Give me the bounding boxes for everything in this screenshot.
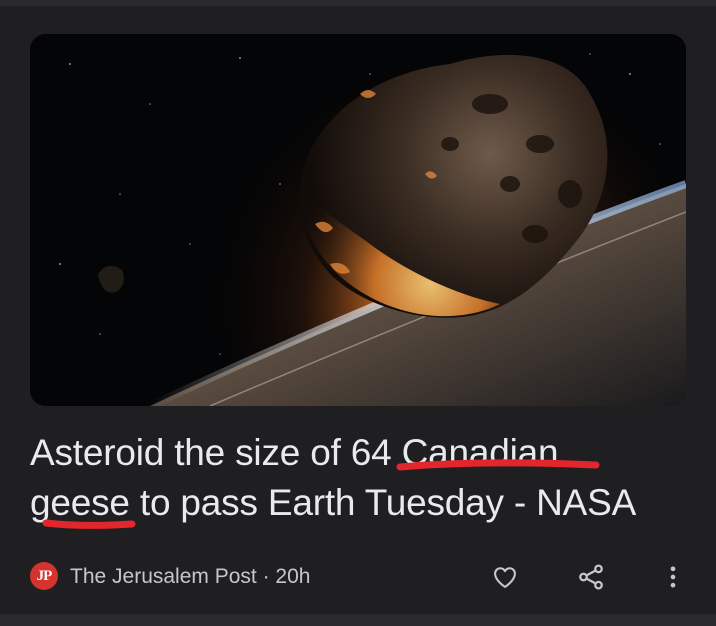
- headline-highlight-canadian: Canadian: [401, 432, 559, 473]
- share-button[interactable]: [574, 560, 608, 594]
- asteroid-illustration: [30, 34, 686, 406]
- news-card[interactable]: Asteroid the size of 64 Canadian geese t…: [0, 6, 716, 614]
- more-options-button[interactable]: [656, 560, 690, 594]
- more-vertical-icon: [670, 566, 676, 588]
- save-button[interactable]: [488, 560, 522, 594]
- heart-icon: [494, 567, 516, 588]
- source-logo[interactable]: JP: [30, 562, 58, 590]
- source-and-age[interactable]: The Jerusalem Post · 20h: [70, 564, 310, 590]
- article-meta: JP The Jerusalem Post · 20h: [30, 560, 690, 594]
- share-icon: [579, 564, 603, 590]
- article-headline[interactable]: Asteroid the size of 64 Canadian geese t…: [30, 428, 690, 528]
- bottom-divider: [0, 614, 716, 626]
- headline-line1-text: Asteroid the size of 64: [30, 432, 402, 473]
- headline-highlight-geese: geese: [30, 482, 130, 523]
- headline-line2-text: to pass Earth Tuesday - NASA: [129, 482, 637, 523]
- article-thumbnail[interactable]: [30, 34, 686, 406]
